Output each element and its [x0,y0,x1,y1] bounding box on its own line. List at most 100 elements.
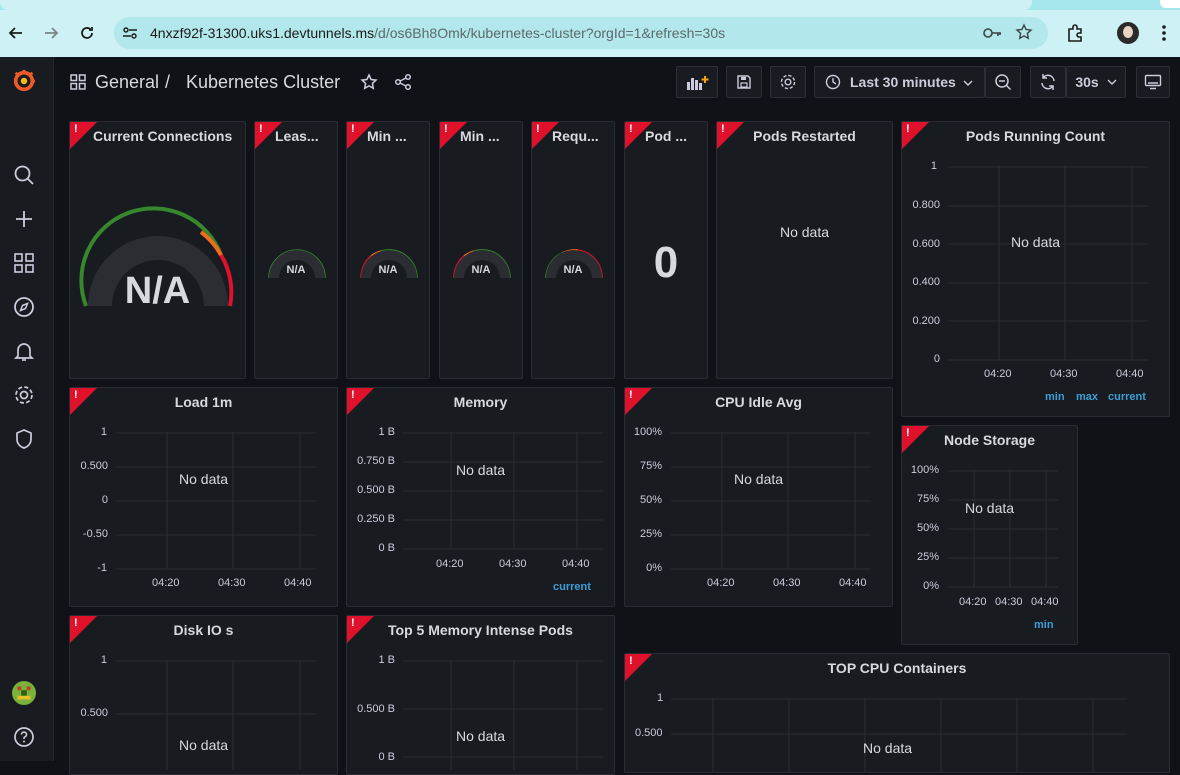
legend-min[interactable]: min [1034,619,1054,631]
panel-title[interactable]: Current Connections [93,128,245,144]
panel-load-1m[interactable]: ! Load 1m 1 0.500 0 -0.50 -1 04:20 04:30… [69,387,338,607]
panel-title[interactable]: Load 1m [70,394,337,410]
help-icon[interactable] [12,725,36,749]
tv-mode-button[interactable] [1136,66,1170,98]
legend-current[interactable]: current [1108,391,1146,403]
panel-title[interactable]: Disk IO s [70,622,337,638]
x-tick: 04:40 [284,577,312,589]
user-avatar[interactable] [12,681,36,705]
time-range-picker[interactable]: Last 30 minutes [814,66,985,98]
bookmark-star-icon[interactable] [1015,23,1033,41]
extensions-icon[interactable] [1065,23,1085,43]
panel-disk-io[interactable]: ! Disk IO s 1 0.500 No data [69,615,338,775]
panel-title[interactable]: Pods Running Count [902,128,1169,144]
refresh-button[interactable] [1030,66,1066,98]
no-data-message: No data [179,471,229,487]
explore-compass-icon[interactable] [12,295,36,319]
panel-lease[interactable]: ! Leas... N/A [254,121,338,379]
panel-top-cpu-containers[interactable]: ! TOP CPU Containers 1 0.500 No data [624,653,1170,773]
panel-node-storage[interactable]: ! Node Storage 100% 75% 50% 25% 0% 04:20… [901,425,1078,645]
breadcrumb-separator: / [165,72,171,92]
no-data-message: No data [779,224,830,240]
zoom-out-button[interactable] [985,66,1021,98]
url-host: 4nxzf92f-31300.uks1.devtunnels.ms [150,25,375,41]
url-text[interactable]: 4nxzf92f-31300.uks1.devtunnels.ms/d/os6B… [150,25,725,41]
x-tick: 04:40 [1116,368,1144,380]
dashboards-icon[interactable] [12,251,36,275]
panel-pod[interactable]: ! Pod ... 0 [624,121,708,379]
profile-avatar[interactable] [1117,22,1139,44]
url-path: /d/os6Bh8Omk/kubernetes-cluster?orgId=1&… [374,25,726,41]
y-tick: 75% [639,460,662,472]
settings-gear-icon[interactable] [12,383,36,407]
alerting-bell-icon[interactable] [12,339,36,363]
y-tick: 1 B [378,426,395,438]
shield-icon[interactable] [12,427,36,451]
panel-pods-restarted[interactable]: ! Pods Restarted No data [716,121,893,379]
panel-min-2[interactable]: ! Min ... N/A [439,121,523,379]
no-data-message: No data [965,500,1015,516]
panel-min-1[interactable]: ! Min ... N/A [346,121,430,379]
forward-button[interactable] [39,21,63,45]
panel-top5-memory-pods[interactable]: ! Top 5 Memory Intense Pods 1 B 0.500 B … [346,615,615,775]
password-key-icon[interactable] [982,24,1002,42]
active-tab[interactable] [0,0,1032,10]
panel-title[interactable]: Pod ... [645,128,703,144]
plus-icon[interactable] [12,207,36,231]
page-title[interactable]: Kubernetes Cluster [186,72,340,93]
no-data-message: No data [179,737,229,753]
monitor-icon [1144,74,1162,90]
y-tick: 25% [916,551,939,563]
new-tab-area[interactable] [1160,0,1180,8]
panel-title[interactable]: Node Storage [902,432,1077,448]
favorite-star-icon[interactable] [360,73,378,91]
panel-pods-running-count[interactable]: ! Pods Running Count 1 0.800 0.600 0.400… [901,121,1170,417]
dashboard-settings-button[interactable] [770,66,806,98]
refresh-interval-picker[interactable]: 30s [1066,66,1126,98]
y-tick: 0% [646,562,662,574]
no-data-message: No data [734,471,784,487]
panel-memory[interactable]: ! Memory 1 B 0.750 B 0.500 B 0.250 B 0 B… [346,387,615,607]
panel-requ[interactable]: ! Requ... N/A [531,121,615,379]
y-tick: 100% [910,464,939,476]
graph-grid [116,432,316,570]
add-panel-button[interactable] [676,66,718,98]
x-tick: 04:30 [218,577,246,589]
grafana-sidebar [0,57,54,761]
panel-title[interactable]: Memory [347,394,614,410]
search-icon[interactable] [12,163,36,187]
breadcrumb-folder[interactable]: General [95,72,159,93]
panel-title[interactable]: Leas... [275,128,333,144]
no-data-message: No data [1011,234,1061,250]
y-tick: 1 [930,160,937,172]
browser-menu-icon[interactable] [1158,23,1170,43]
y-tick: 1 [100,426,107,438]
x-tick: 04:20 [959,596,987,608]
panel-title[interactable]: Requ... [552,128,610,144]
x-tick: 04:40 [839,577,867,589]
clock-icon [825,74,841,90]
y-tick: 1 B [378,654,395,666]
site-settings-icon[interactable] [121,24,139,42]
share-icon[interactable] [394,73,412,91]
panel-title[interactable]: Min ... [367,128,425,144]
panel-title[interactable]: CPU Idle Avg [625,394,892,410]
y-tick: 0.400 [912,276,940,288]
legend-min[interactable]: min [1045,391,1065,403]
y-tick: -0.50 [82,528,108,540]
legend-current[interactable]: current [553,581,591,593]
panel-title[interactable]: Pods Restarted [717,128,892,144]
grafana-logo-icon[interactable] [12,69,36,93]
panel-cpu-idle-avg[interactable]: ! CPU Idle Avg 100% 75% 50% 25% 0% 04:20… [624,387,893,607]
add-panel-icon [687,76,709,90]
panel-title[interactable]: TOP CPU Containers [625,660,1169,676]
x-tick: 04:20 [984,368,1012,380]
legend-max[interactable]: max [1076,391,1098,403]
panel-current-connections[interactable]: ! Current Connections N/A [69,121,246,379]
save-dashboard-button[interactable] [726,66,762,98]
y-tick: 75% [916,493,939,505]
reload-button[interactable] [75,21,99,45]
panel-title[interactable]: Top 5 Memory Intense Pods [347,622,614,638]
panel-title[interactable]: Min ... [460,128,518,144]
back-button[interactable] [4,21,28,45]
